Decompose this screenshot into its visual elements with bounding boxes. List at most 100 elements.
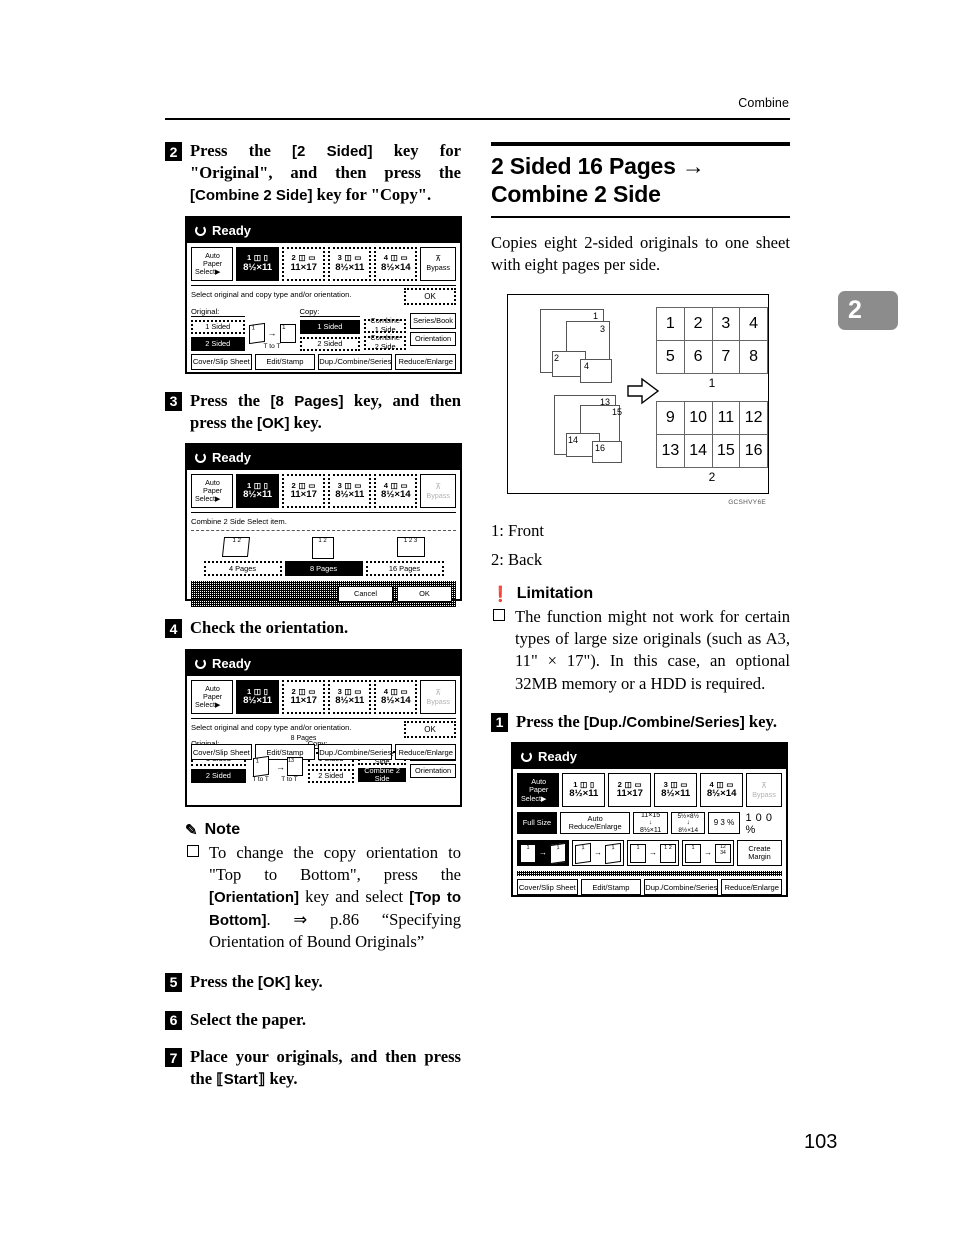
tab-edit-stamp[interactable]: Edit/Stamp	[580, 879, 642, 896]
cancel-button[interactable]: Cancel	[338, 586, 393, 603]
divider	[191, 530, 456, 532]
tray-button-bypass[interactable]: ⊼ Bypass	[420, 246, 457, 281]
tab-reduce-enlarge[interactable]: Reduce/Enlarge	[395, 353, 457, 370]
step-3: 3 Press the [8 Pages] key, and then pres…	[165, 390, 461, 434]
tray-button-bypass[interactable]: ⊼ Bypass	[746, 773, 782, 808]
tray-button-1[interactable]: 1 ◫ ▯ 8½×11	[562, 773, 606, 808]
note-block: ✎ Note To change the copy orientation to…	[185, 821, 461, 952]
document-page: Combine 2 103 2 Press the [2 Sided] key …	[0, 0, 954, 1235]
create-margin-button[interactable]: Create Margin	[737, 840, 782, 867]
table-row: 9 10 11 12	[656, 401, 768, 436]
copy-2-sided-button[interactable]: 2 Sided	[307, 769, 355, 784]
original-2-sided-button[interactable]: 2 Sided	[191, 336, 245, 351]
tray-button-4[interactable]: 4 ◫ ▭ 8½×14	[374, 246, 418, 281]
copy-combine-2-side-button[interactable]: Combine 2 Side	[358, 766, 407, 783]
tray-button-2[interactable]: 2 ◫ ▭ 11×17	[608, 773, 652, 808]
ratio-button-1[interactable]: 11×15 ↓ 8½×11	[633, 812, 668, 835]
tab-edit-stamp[interactable]: Edit/Stamp	[254, 353, 316, 370]
tray-button-4[interactable]: 4 ◫ ▭ 8½×14	[374, 680, 418, 715]
original-1-sided-button[interactable]: 1 Sided	[191, 319, 245, 334]
lcd-panel-3[interactable]: Ready Auto Paper Select▶ 1 ◫ ▯ 8½×11 2 ◫…	[185, 649, 462, 808]
back-grid-caption: 2	[708, 470, 716, 485]
tray-button-4[interactable]: 4 ◫ ▭ 8½×14	[700, 773, 744, 808]
step-number: 4	[165, 619, 182, 639]
tray-button-3[interactable]: 3 ◫ ▭ 8½×11	[654, 773, 698, 808]
combine-figure: 1 3 2 4 13 15 14 16 1 2 3 4 5 6 7 8 1 9 …	[507, 294, 769, 506]
ok-button[interactable]: OK	[404, 721, 456, 739]
page-button-16-pages[interactable]: 16 Pages	[365, 561, 444, 577]
tab-reduce-enlarge[interactable]: Reduce/Enlarge	[721, 879, 783, 896]
page-button-8-pages[interactable]: 8 Pages	[284, 561, 363, 577]
bullet-square-icon	[493, 609, 505, 622]
auto-reduce-enlarge-button[interactable]: Auto Reduce/Enlarge	[559, 812, 631, 835]
original-preview-icon: 1	[248, 322, 265, 344]
tray-button-3[interactable]: 3 ◫ ▭ 8½×11	[328, 474, 372, 509]
ratio-button-2[interactable]: 5½×8½ ↓ 8½×14	[670, 812, 706, 835]
tray-button-1[interactable]: 1 ◫ ▯ 8½×11	[236, 474, 280, 509]
paper-tray-row: Auto Paper Select▶ 1 ◫ ▯ 8½×11 2 ◫ ▭ 11×…	[517, 773, 782, 808]
orientation-button[interactable]: Orientation	[410, 764, 457, 779]
tab-cover-slip-sheet[interactable]: Cover/Slip Sheet	[517, 879, 578, 896]
tray-button-bypass[interactable]: ⊼ Bypass	[420, 474, 457, 509]
tray-button-auto-paper-select[interactable]: Auto Paper Select▶	[191, 680, 234, 715]
series-book-button[interactable]: Series/Book	[410, 312, 456, 329]
step-2: 2 Press the [2 Sided] key for "Original"…	[165, 140, 461, 206]
front-grid-wrap: 1 2 3 4 5 6 7 8 1	[656, 307, 768, 390]
tray-button-1[interactable]: 1 ◫ ▯ 8½×11	[236, 680, 280, 715]
combine-4to1-button[interactable]: 1 → 12 34	[682, 840, 734, 867]
ratio-button-93[interactable]: 9 3 %	[708, 812, 740, 835]
tab-dup-combine-series[interactable]: Dup./Combine/Series	[318, 744, 393, 761]
tray-button-4[interactable]: 4 ◫ ▭ 8½×14	[374, 474, 418, 509]
copy-label: Copy:	[299, 307, 361, 317]
lcd-footer-area: Cancel OK	[191, 581, 456, 608]
tray-button-auto-paper-select[interactable]: Auto Paper Select▶	[191, 474, 234, 509]
tray-button-bypass[interactable]: ⊼ Bypass	[420, 680, 457, 715]
tray-button-3[interactable]: 3 ◫ ▭ 8½×11	[328, 680, 372, 715]
copy-2-sided-button[interactable]: 2 Sided	[299, 336, 361, 351]
combine-2to1-button[interactable]: 1 → 1 2	[627, 840, 679, 867]
copy-combine-2-side-button[interactable]: Combine 2 Side	[364, 334, 407, 350]
lcd-panel-4[interactable]: Ready Auto Paper Select▶ 1 ◫ ▯ 8½×11 2 ◫…	[511, 742, 788, 899]
tab-dup-combine-series[interactable]: Dup./Combine/Series	[318, 353, 393, 370]
tray-button-2[interactable]: 2 ◫ ▭ 11×17	[282, 680, 326, 715]
tab-reduce-enlarge[interactable]: Reduce/Enlarge	[395, 744, 457, 761]
tray-button-auto-paper-select[interactable]: Auto Paper Select▶	[517, 773, 560, 808]
section-intro: Copies eight 2-sided originals to one sh…	[491, 233, 790, 275]
tab-cover-slip-sheet[interactable]: Cover/Slip Sheet	[191, 353, 252, 370]
original-2-sided-button[interactable]: 2 Sided	[191, 769, 246, 784]
copy-combine-1-side-button[interactable]: Combine 1 Side	[364, 317, 407, 333]
tab-cover-slip-sheet[interactable]: Cover/Slip Sheet	[191, 744, 252, 761]
tab-dup-combine-series[interactable]: Dup./Combine/Series	[644, 879, 719, 896]
copy-1-sided-button[interactable]: 1 Sided	[299, 319, 361, 334]
lcd-panel-2[interactable]: Ready Auto Paper Select▶ 1 ◫ ▯ 8½×11 2 ◫…	[185, 443, 462, 608]
duplex-2to2-button[interactable]: 1 → 1	[572, 840, 624, 867]
bullet-square-icon	[187, 845, 199, 858]
step-text: Press the [Dup./Combine/Series] key.	[516, 711, 778, 731]
paper-tray-row: Auto Paper Select▶ 1 ◫ ▯ 8½×11 2 ◫ ▭ 11×…	[191, 246, 457, 281]
table-row: 13 14 15 16	[656, 434, 768, 469]
orientation-button[interactable]: Orientation	[410, 331, 456, 346]
lcd-status-text: Ready	[538, 749, 578, 765]
lcd-body: Auto Paper Select▶ 1 ◫ ▯ 8½×11 2 ◫ ▭ 11×…	[187, 470, 460, 611]
note-heading: ✎ Note	[185, 821, 241, 840]
tray-button-1[interactable]: 1 ◫ ▯ 8½×11	[236, 246, 280, 281]
tray-button-2[interactable]: 2 ◫ ▭ 11×17	[282, 474, 326, 509]
lcd-status-text: Ready	[212, 450, 252, 466]
step-6: 6 Select the paper.	[165, 1009, 461, 1031]
duplex-1to1-button[interactable]: 1 → 1	[517, 840, 569, 867]
figure-arrow-icon	[627, 377, 660, 405]
figure-id-label: GCSHVY6E	[728, 499, 766, 507]
tray-button-auto-paper-select[interactable]: Auto Paper Select▶	[191, 246, 234, 281]
lcd-panel-1[interactable]: Ready Auto Paper Select▶ 1 ◫ ▯ 8½×11 2 ◫…	[185, 215, 462, 374]
original-label: Original:	[191, 307, 245, 317]
right-column: 2 Sided 16 Pages → Combine 2 Side Copies…	[491, 140, 790, 899]
tray-button-2[interactable]: 2 ◫ ▭ 11×17	[282, 246, 326, 281]
page-button-4-pages[interactable]: 4 Pages	[203, 561, 282, 577]
lcd-body: Auto Paper Select▶ 1 ◫ ▯ 8½×11 2 ◫ ▭ 11×…	[513, 769, 786, 899]
lcd-instruction: Select original and copy type and/or ori…	[191, 723, 352, 733]
tray-button-3[interactable]: 3 ◫ ▭ 8½×11	[328, 246, 372, 281]
ok-button[interactable]: OK	[397, 586, 452, 603]
ok-button[interactable]: OK	[404, 287, 456, 305]
full-size-button[interactable]: Full Size	[517, 812, 557, 835]
ready-ring-icon	[195, 452, 206, 464]
